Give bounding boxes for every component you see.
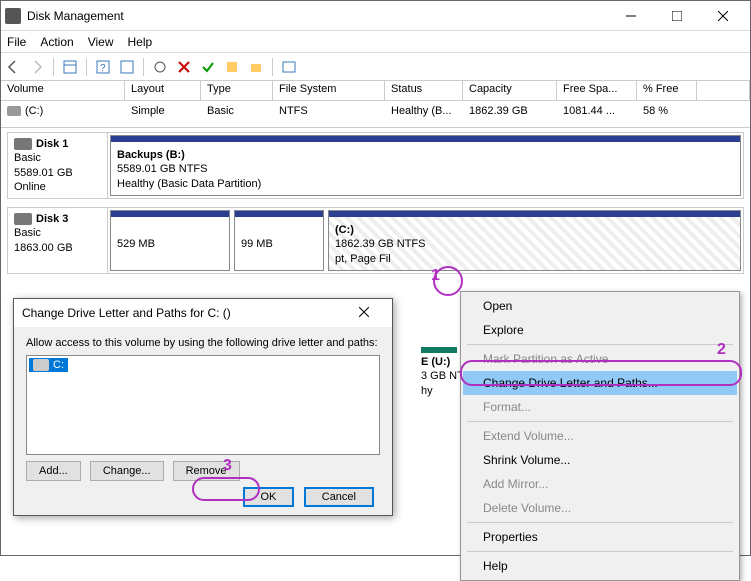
col-layout[interactable]: Layout [125, 81, 201, 101]
list-item[interactable]: C: [29, 358, 68, 372]
col-volume[interactable]: Volume [1, 81, 125, 101]
open-icon[interactable] [248, 59, 264, 75]
toolbar: ? [1, 53, 750, 81]
new-icon[interactable] [224, 59, 240, 75]
ok-button[interactable]: OK [243, 487, 295, 507]
partition[interactable]: Backups (B:) 5589.01 GB NTFS Healthy (Ba… [110, 135, 741, 196]
disk-row: Disk 3 Basic 1863.00 GB 529 MB 99 MB (C:… [7, 207, 744, 274]
minimize-button[interactable] [608, 1, 654, 31]
col-type[interactable]: Type [201, 81, 273, 101]
col-freespace[interactable]: Free Spa... [557, 81, 637, 101]
table-row[interactable]: (C:) Simple Basic NTFS Healthy (B... 186… [1, 101, 750, 121]
window-title: Disk Management [27, 9, 608, 23]
col-capacity[interactable]: Capacity [463, 81, 557, 101]
disk-icon [14, 213, 32, 225]
ctx-change-drive-letter[interactable]: Change Drive Letter and Paths... [463, 371, 737, 395]
ctx-help[interactable]: Help [463, 554, 737, 578]
svg-text:?: ? [100, 63, 106, 74]
drive-icon [7, 106, 21, 116]
help-icon[interactable]: ? [95, 59, 111, 75]
ctx-extend: Extend Volume... [463, 424, 737, 448]
check-icon[interactable] [200, 59, 216, 75]
menu-file[interactable]: File [7, 35, 26, 49]
drive-letter-listbox[interactable]: C: [26, 355, 380, 455]
delete-icon[interactable] [176, 59, 192, 75]
ctx-open[interactable]: Open [463, 294, 737, 318]
ctx-add-mirror: Add Mirror... [463, 472, 737, 496]
ctx-shrink[interactable]: Shrink Volume... [463, 448, 737, 472]
dialog-title: Change Drive Letter and Paths for C: () [22, 306, 344, 320]
disk-info[interactable]: Disk 3 Basic 1863.00 GB [8, 208, 108, 273]
col-filesystem[interactable]: File System [273, 81, 385, 101]
menu-bar: File Action View Help [1, 31, 750, 53]
dialog-close-button[interactable] [344, 306, 384, 320]
list-icon[interactable] [281, 59, 297, 75]
ctx-format: Format... [463, 395, 737, 419]
change-button[interactable]: Change... [90, 461, 164, 481]
partition[interactable]: 529 MB [110, 210, 230, 271]
app-icon [5, 8, 21, 24]
ctx-mark-active: Mark Partition as Active [463, 347, 737, 371]
partition[interactable]: 99 MB [234, 210, 324, 271]
cancel-button[interactable]: Cancel [304, 487, 374, 507]
settings-icon[interactable] [119, 59, 135, 75]
drive-icon [33, 359, 49, 371]
title-bar: Disk Management [1, 1, 750, 31]
menu-help[interactable]: Help [128, 35, 153, 49]
context-menu: Open Explore Mark Partition as Active Ch… [460, 291, 740, 581]
remove-button[interactable]: Remove [173, 461, 240, 481]
ctx-delete: Delete Volume... [463, 496, 737, 520]
properties-icon[interactable] [62, 59, 78, 75]
close-button[interactable] [700, 1, 746, 31]
maximize-button[interactable] [654, 1, 700, 31]
menu-view[interactable]: View [88, 35, 114, 49]
change-drive-letter-dialog: Change Drive Letter and Paths for C: () … [13, 298, 393, 516]
disk-icon [14, 138, 32, 150]
dialog-instruction: Allow access to this volume by using the… [26, 337, 380, 349]
ctx-properties[interactable]: Properties [463, 525, 737, 549]
menu-action[interactable]: Action [40, 35, 73, 49]
refresh-icon[interactable] [152, 59, 168, 75]
volume-table: Volume Layout Type File System Status Ca… [1, 81, 750, 128]
col-pctfree[interactable]: % Free [637, 81, 697, 101]
disk-row: Disk 1 Basic 5589.01 GB Online Backups (… [7, 132, 744, 199]
disk-info[interactable]: Disk 1 Basic 5589.01 GB Online [8, 133, 108, 198]
table-header: Volume Layout Type File System Status Ca… [1, 81, 750, 101]
back-icon[interactable] [5, 59, 21, 75]
col-status[interactable]: Status [385, 81, 463, 101]
ctx-explore[interactable]: Explore [463, 318, 737, 342]
partition-selected[interactable]: (C:) 1862.39 GB NTFS pt, Page Fil [328, 210, 741, 271]
add-button[interactable]: Add... [26, 461, 81, 481]
forward-icon[interactable] [29, 59, 45, 75]
